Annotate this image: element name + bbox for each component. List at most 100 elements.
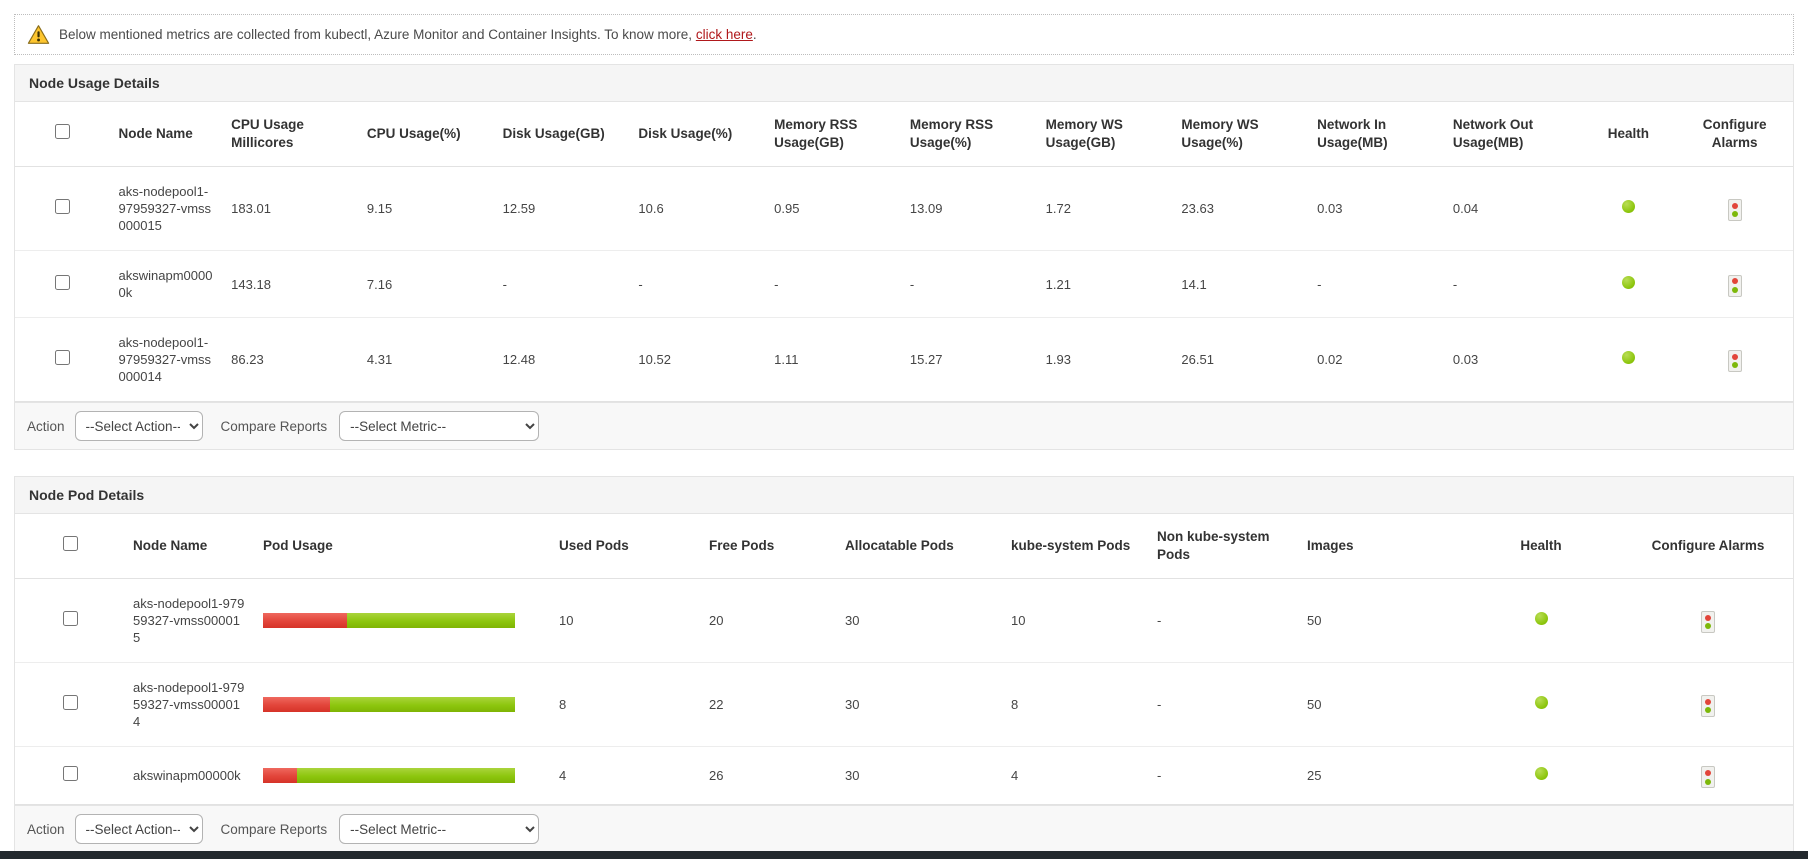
node-usage-table: Node Name CPU Usage Millicores CPU Usage… [15, 102, 1793, 402]
mem-ws-gb-cell: 1.72 [1038, 167, 1174, 251]
info-banner: Below mentioned metrics are collected fr… [14, 14, 1794, 55]
node-pod-section: Node Pod Details Node Name Pod Usage Use… [14, 476, 1794, 853]
col-header-disk-gb: Disk Usage(GB) [495, 102, 631, 167]
mem-ws-pct-cell: 26.51 [1173, 318, 1309, 402]
col-header-disk-pct: Disk Usage(%) [630, 102, 766, 167]
images-cell: 50 [1299, 663, 1459, 747]
node-usage-action-bar: Action --Select Action-- Compare Reports… [15, 402, 1793, 449]
configure-alarms-icon[interactable] [1728, 199, 1742, 221]
free-pods-cell: 20 [701, 579, 837, 663]
node-name-cell: akswinapm00000k [125, 747, 255, 805]
net-out-cell: - [1445, 251, 1581, 318]
mem-ws-gb-cell: 1.21 [1038, 251, 1174, 318]
health-status-icon [1622, 200, 1635, 213]
row-checkbox[interactable] [55, 275, 70, 290]
compare-reports-label: Compare Reports [221, 419, 328, 434]
images-cell: 50 [1299, 579, 1459, 663]
table-row: aks-nodepool1-97959327-vmss000014 8 22 3… [15, 663, 1793, 747]
node-pod-header-row: Node Name Pod Usage Used Pods Free Pods … [15, 514, 1793, 579]
pod-usage-cell [255, 579, 551, 663]
action-select[interactable]: --Select Action-- [75, 411, 203, 441]
col-header-health: Health [1459, 514, 1623, 579]
free-pods-cell: 22 [701, 663, 837, 747]
disk-pct-cell: 10.52 [630, 318, 766, 402]
health-status-icon [1622, 276, 1635, 289]
non-kube-system-pods-cell: - [1149, 747, 1299, 805]
col-header-free-pods: Free Pods [701, 514, 837, 579]
pod-usage-bar-used [263, 768, 297, 783]
pod-usage-cell [255, 663, 551, 747]
warning-icon [27, 24, 50, 45]
action-label: Action [27, 822, 65, 837]
configure-alarms-icon[interactable] [1728, 350, 1742, 372]
used-pods-cell: 10 [551, 579, 701, 663]
cpu-pct-cell: 7.16 [359, 251, 495, 318]
action-select[interactable]: --Select Action-- [75, 814, 203, 844]
configure-alarms-icon[interactable] [1728, 275, 1742, 297]
node-usage-select-all-checkbox[interactable] [55, 124, 70, 139]
node-usage-header-row: Node Name CPU Usage Millicores CPU Usage… [15, 102, 1793, 167]
row-checkbox[interactable] [63, 695, 78, 710]
disk-pct-cell: 10.6 [630, 167, 766, 251]
node-pod-select-all-checkbox[interactable] [63, 536, 78, 551]
configure-alarms-icon[interactable] [1701, 695, 1715, 717]
compare-metric-select[interactable]: --Select Metric-- [339, 411, 539, 441]
action-label: Action [27, 419, 65, 434]
node-pod-action-bar: Action --Select Action-- Compare Reports… [15, 805, 1793, 852]
net-out-cell: 0.04 [1445, 167, 1581, 251]
images-cell: 25 [1299, 747, 1459, 805]
mem-rss-gb-cell: 1.11 [766, 318, 902, 402]
net-in-cell: 0.02 [1309, 318, 1445, 402]
configure-alarms-icon[interactable] [1701, 611, 1715, 633]
row-checkbox[interactable] [55, 199, 70, 214]
col-header-used-pods: Used Pods [551, 514, 701, 579]
pod-usage-cell [255, 747, 551, 805]
col-header-allocatable-pods: Allocatable Pods [837, 514, 1003, 579]
kube-system-pods-cell: 8 [1003, 663, 1149, 747]
mem-rss-pct-cell: - [902, 251, 1038, 318]
health-status-icon [1535, 767, 1548, 780]
row-checkbox[interactable] [55, 350, 70, 365]
col-header-health: Health [1581, 102, 1677, 167]
row-checkbox[interactable] [63, 611, 78, 626]
col-header-cpu-pct: CPU Usage(%) [359, 102, 495, 167]
col-header-configure-alarms: Configure Alarms [1676, 102, 1793, 167]
col-header-mem-ws-gb: Memory WS Usage(GB) [1038, 102, 1174, 167]
kube-system-pods-cell: 4 [1003, 747, 1149, 805]
compare-metric-select[interactable]: --Select Metric-- [339, 814, 539, 844]
net-in-cell: - [1309, 251, 1445, 318]
pod-usage-bar-used [263, 697, 330, 712]
node-name-cell: aks-nodepool1-97959327-vmss000015 [125, 579, 255, 663]
click-here-link[interactable]: click here [696, 27, 753, 42]
table-row: aks-nodepool1-97959327-vmss000015 183.01… [15, 167, 1793, 251]
row-checkbox[interactable] [63, 766, 78, 781]
bottom-page-divider [0, 851, 1808, 859]
col-header-kube-system-pods: kube-system Pods [1003, 514, 1149, 579]
pod-usage-bar-used [263, 613, 347, 628]
mem-ws-pct-cell: 14.1 [1173, 251, 1309, 318]
used-pods-cell: 8 [551, 663, 701, 747]
section-title-node-pod: Node Pod Details [15, 477, 1793, 514]
disk-pct-cell: - [630, 251, 766, 318]
cpu-millicores-cell: 143.18 [223, 251, 359, 318]
free-pods-cell: 26 [701, 747, 837, 805]
col-header-cpu-millicores: CPU Usage Millicores [223, 102, 359, 167]
section-title-node-usage: Node Usage Details [15, 65, 1793, 102]
used-pods-cell: 4 [551, 747, 701, 805]
compare-reports-label: Compare Reports [221, 822, 328, 837]
configure-alarms-icon[interactable] [1701, 766, 1715, 788]
pod-usage-bar [263, 697, 515, 712]
non-kube-system-pods-cell: - [1149, 663, 1299, 747]
disk-gb-cell: 12.59 [495, 167, 631, 251]
table-row: aks-nodepool1-97959327-vmss000014 86.23 … [15, 318, 1793, 402]
col-header-configure-alarms: Configure Alarms [1623, 514, 1793, 579]
net-out-cell: 0.03 [1445, 318, 1581, 402]
node-name-cell: aks-nodepool1-97959327-vmss000014 [125, 663, 255, 747]
table-row: akswinapm00000k 143.18 7.16 - - - - 1.21… [15, 251, 1793, 318]
cpu-millicores-cell: 183.01 [223, 167, 359, 251]
non-kube-system-pods-cell: - [1149, 579, 1299, 663]
mem-rss-pct-cell: 13.09 [902, 167, 1038, 251]
allocatable-pods-cell: 30 [837, 747, 1003, 805]
disk-gb-cell: 12.48 [495, 318, 631, 402]
disk-gb-cell: - [495, 251, 631, 318]
